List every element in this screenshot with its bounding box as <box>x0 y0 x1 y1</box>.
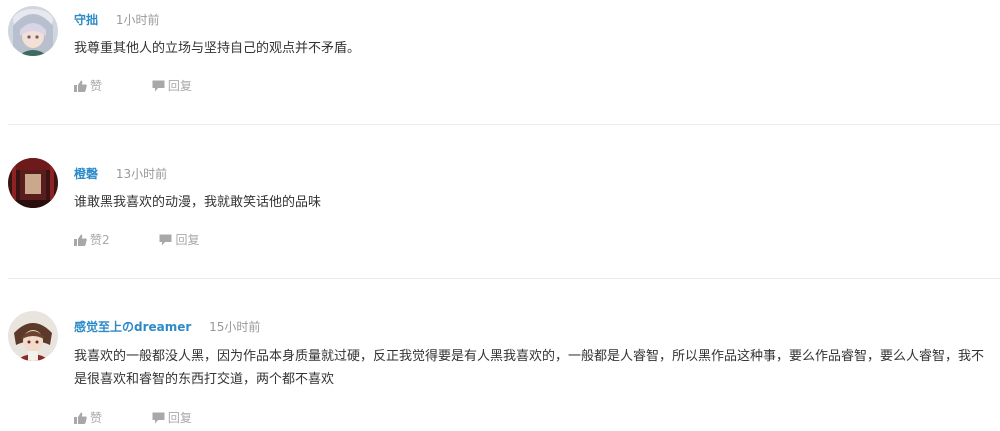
like-label: 赞 <box>90 79 103 93</box>
avatar[interactable] <box>8 158 58 208</box>
reply-label: 回复 <box>175 233 200 247</box>
comment-text: 我喜欢的一般都没人黑，因为作品本身质量就过硬，反正我觉得要是有人黑我喜欢的，一般… <box>74 349 985 387</box>
timestamp: 13小时前 <box>115 167 168 181</box>
comment-actions: 赞 回复 <box>74 409 192 427</box>
divider <box>8 124 1000 125</box>
like-button[interactable]: 赞 <box>74 409 102 427</box>
reply-label: 回复 <box>167 79 192 93</box>
username[interactable]: 感觉至上のdreamer <box>74 320 191 334</box>
speech-bubble-icon <box>152 412 165 424</box>
comment-actions: 赞2 回复 <box>74 231 199 249</box>
speech-bubble-icon <box>159 234 172 246</box>
like-label: 赞 <box>90 411 103 425</box>
comment-text: 我尊重其他人的立场与坚持自己的观点并不矛盾。 <box>74 41 361 56</box>
divider <box>8 278 1000 279</box>
thumbs-up-icon <box>74 234 87 246</box>
like-button[interactable]: 赞 <box>74 77 102 95</box>
comment-actions: 赞 回复 <box>74 77 192 95</box>
speech-bubble-icon <box>152 80 165 92</box>
reply-button[interactable]: 回复 <box>152 77 192 95</box>
comment-meta: 守拙 1小时前 <box>74 11 159 29</box>
reply-button[interactable]: 回复 <box>159 231 199 249</box>
reply-label: 回复 <box>167 411 192 425</box>
reply-button[interactable]: 回复 <box>152 409 192 427</box>
like-label: 赞2 <box>90 233 110 247</box>
avatar[interactable] <box>8 6 58 56</box>
comment-text: 谁敢黑我喜欢的动漫，我就敢笑话他的品味 <box>74 195 322 210</box>
avatar[interactable] <box>8 311 58 361</box>
timestamp: 15小时前 <box>209 320 261 334</box>
like-button[interactable]: 赞2 <box>74 231 110 249</box>
comment-meta: 橙磬 13小时前 <box>74 165 167 183</box>
thumbs-up-icon <box>74 80 87 92</box>
username[interactable]: 橙磬 <box>74 167 98 181</box>
timestamp: 1小时前 <box>115 13 160 27</box>
thumbs-up-icon <box>74 412 87 424</box>
username[interactable]: 守拙 <box>74 13 98 27</box>
comment-meta: 感觉至上のdreamer 15小时前 <box>74 318 260 336</box>
